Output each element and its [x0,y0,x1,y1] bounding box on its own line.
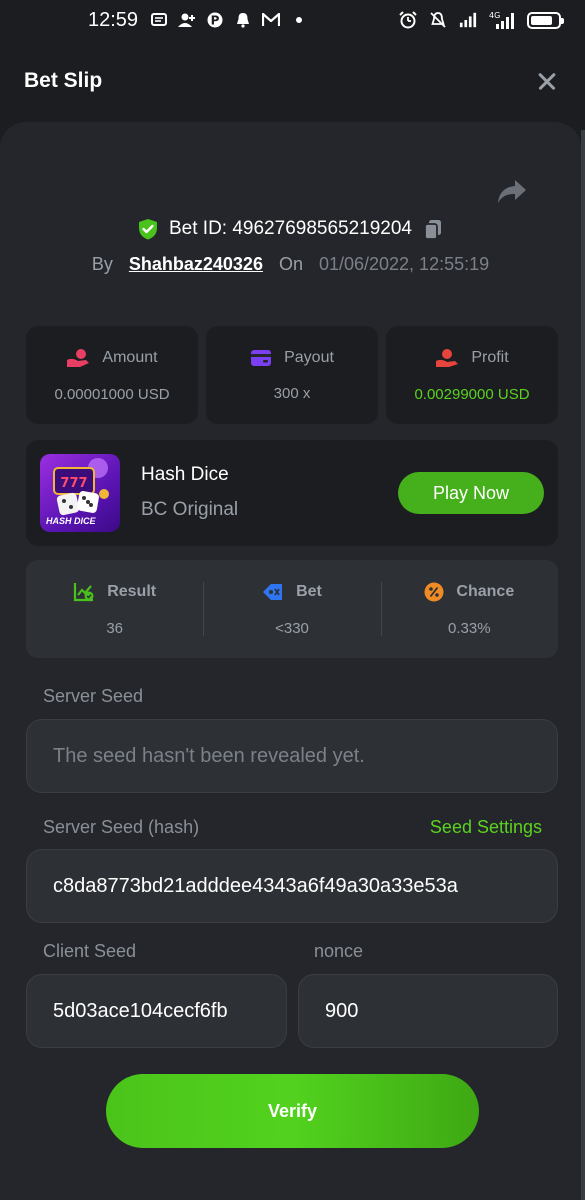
amount-value: 0.00001000 USD [54,385,170,403]
game-subtitle: BC Original [141,499,239,520]
profit-box: Profit 0.00299000 USD [386,326,558,424]
verify-button[interactable]: Verify [106,1074,479,1148]
copy-icon[interactable] [422,218,444,240]
server-seed-hash-label: Server Seed (hash) [43,817,200,837]
thumbnail-label: HASH DICE [46,516,96,526]
close-icon[interactable] [533,67,561,95]
message-icon [150,11,168,29]
verified-shield-icon [139,219,157,240]
seed-settings-link[interactable]: Seed Settings [430,817,542,838]
bet-slip-panel: Bet ID: 49627698565219204 By Shahbaz2403… [0,122,581,1200]
share-icon[interactable] [497,178,527,204]
gmail-icon [262,11,281,29]
bet-id-row: Bet ID: 49627698565219204 [0,218,581,240]
amount-label: Amount [102,348,158,366]
tag-icon [263,583,283,600]
chance-column: Chance 0.33% [380,560,558,658]
alarm-icon [399,11,417,29]
on-label: On [278,254,303,274]
status-time: 12:59 [88,8,139,31]
by-label: By [91,254,113,274]
play-now-button[interactable]: Play Now [398,472,544,514]
bet-date: 01/06/2022, 12:55:19 [318,254,490,274]
server-seed-label: Server Seed [43,686,144,706]
profit-icon [436,348,459,367]
client-seed-field[interactable]: 5d03ace104cecf6fb [26,974,287,1048]
percent-icon [424,582,444,601]
payout-label: Payout [284,348,334,366]
battery-icon [527,11,564,29]
payout-box: Payout 300 x [206,326,378,424]
server-seed-field[interactable]: The seed hasn't been revealed yet. [26,719,558,793]
status-bar: 12:59 P 4G [0,0,585,40]
server-seed-hash-field[interactable]: c8da8773bd21adddee4343a6f49a30a33e53a [26,849,558,923]
page-title: Bet Slip [24,69,103,92]
bet-byline: By Shahbaz240326 On 01/06/2022, 12:55:19 [0,254,581,275]
scrollbar[interactable] [581,130,585,1200]
dot-icon [290,11,308,29]
game-name: Hash Dice [141,464,229,485]
game-card: 777 HASH DICE Hash Dice BC Original Play… [26,440,558,546]
signal-icon [459,11,477,29]
system-icons: 4G [399,11,564,29]
profit-label: Profit [471,348,509,366]
wallet-icon [251,349,272,366]
chance-value: 0.33% [448,619,491,637]
amount-icon [67,348,90,367]
nonce-field[interactable]: 900 [298,974,558,1048]
bet-label: Bet [296,582,322,600]
contact-add-icon [178,11,196,29]
hash-dice-thumbnail: 777 HASH DICE [40,454,120,532]
client-seed-label: Client Seed [43,941,137,961]
svg-text:777: 777 [60,476,87,491]
mute-icon [429,11,447,29]
bettor-username-link[interactable]: Shahbaz240326 [129,254,263,275]
bet-id: Bet ID: 49627698565219204 [169,218,412,239]
result-value: 36 [106,619,123,637]
chance-label: Chance [456,582,515,600]
amount-box: Amount 0.00001000 USD [26,326,198,424]
profit-value: 0.00299000 USD [414,385,530,403]
notification-icons: P [150,11,308,29]
svg-text:4G: 4G [489,11,500,20]
signal-4g-icon: 4G [489,11,515,29]
nonce-label: nonce [314,941,364,961]
result-column: Result 36 [26,560,203,658]
bet-value: <330 [275,619,309,637]
bell-icon [234,11,252,29]
svg-text:P: P [211,14,220,28]
payout-value: 300 x [273,384,311,402]
result-label: Result [107,582,157,600]
bet-slip-header: Bet Slip [0,40,585,122]
stats-row: Amount 0.00001000 USD Payout 300 x Profi… [26,326,558,424]
result-card: Result 36 Bet <330 Chance 0.33% [26,560,558,658]
bet-column: Bet <330 [203,560,380,658]
chart-check-icon [74,582,94,601]
pinterest-icon: P [206,11,224,29]
